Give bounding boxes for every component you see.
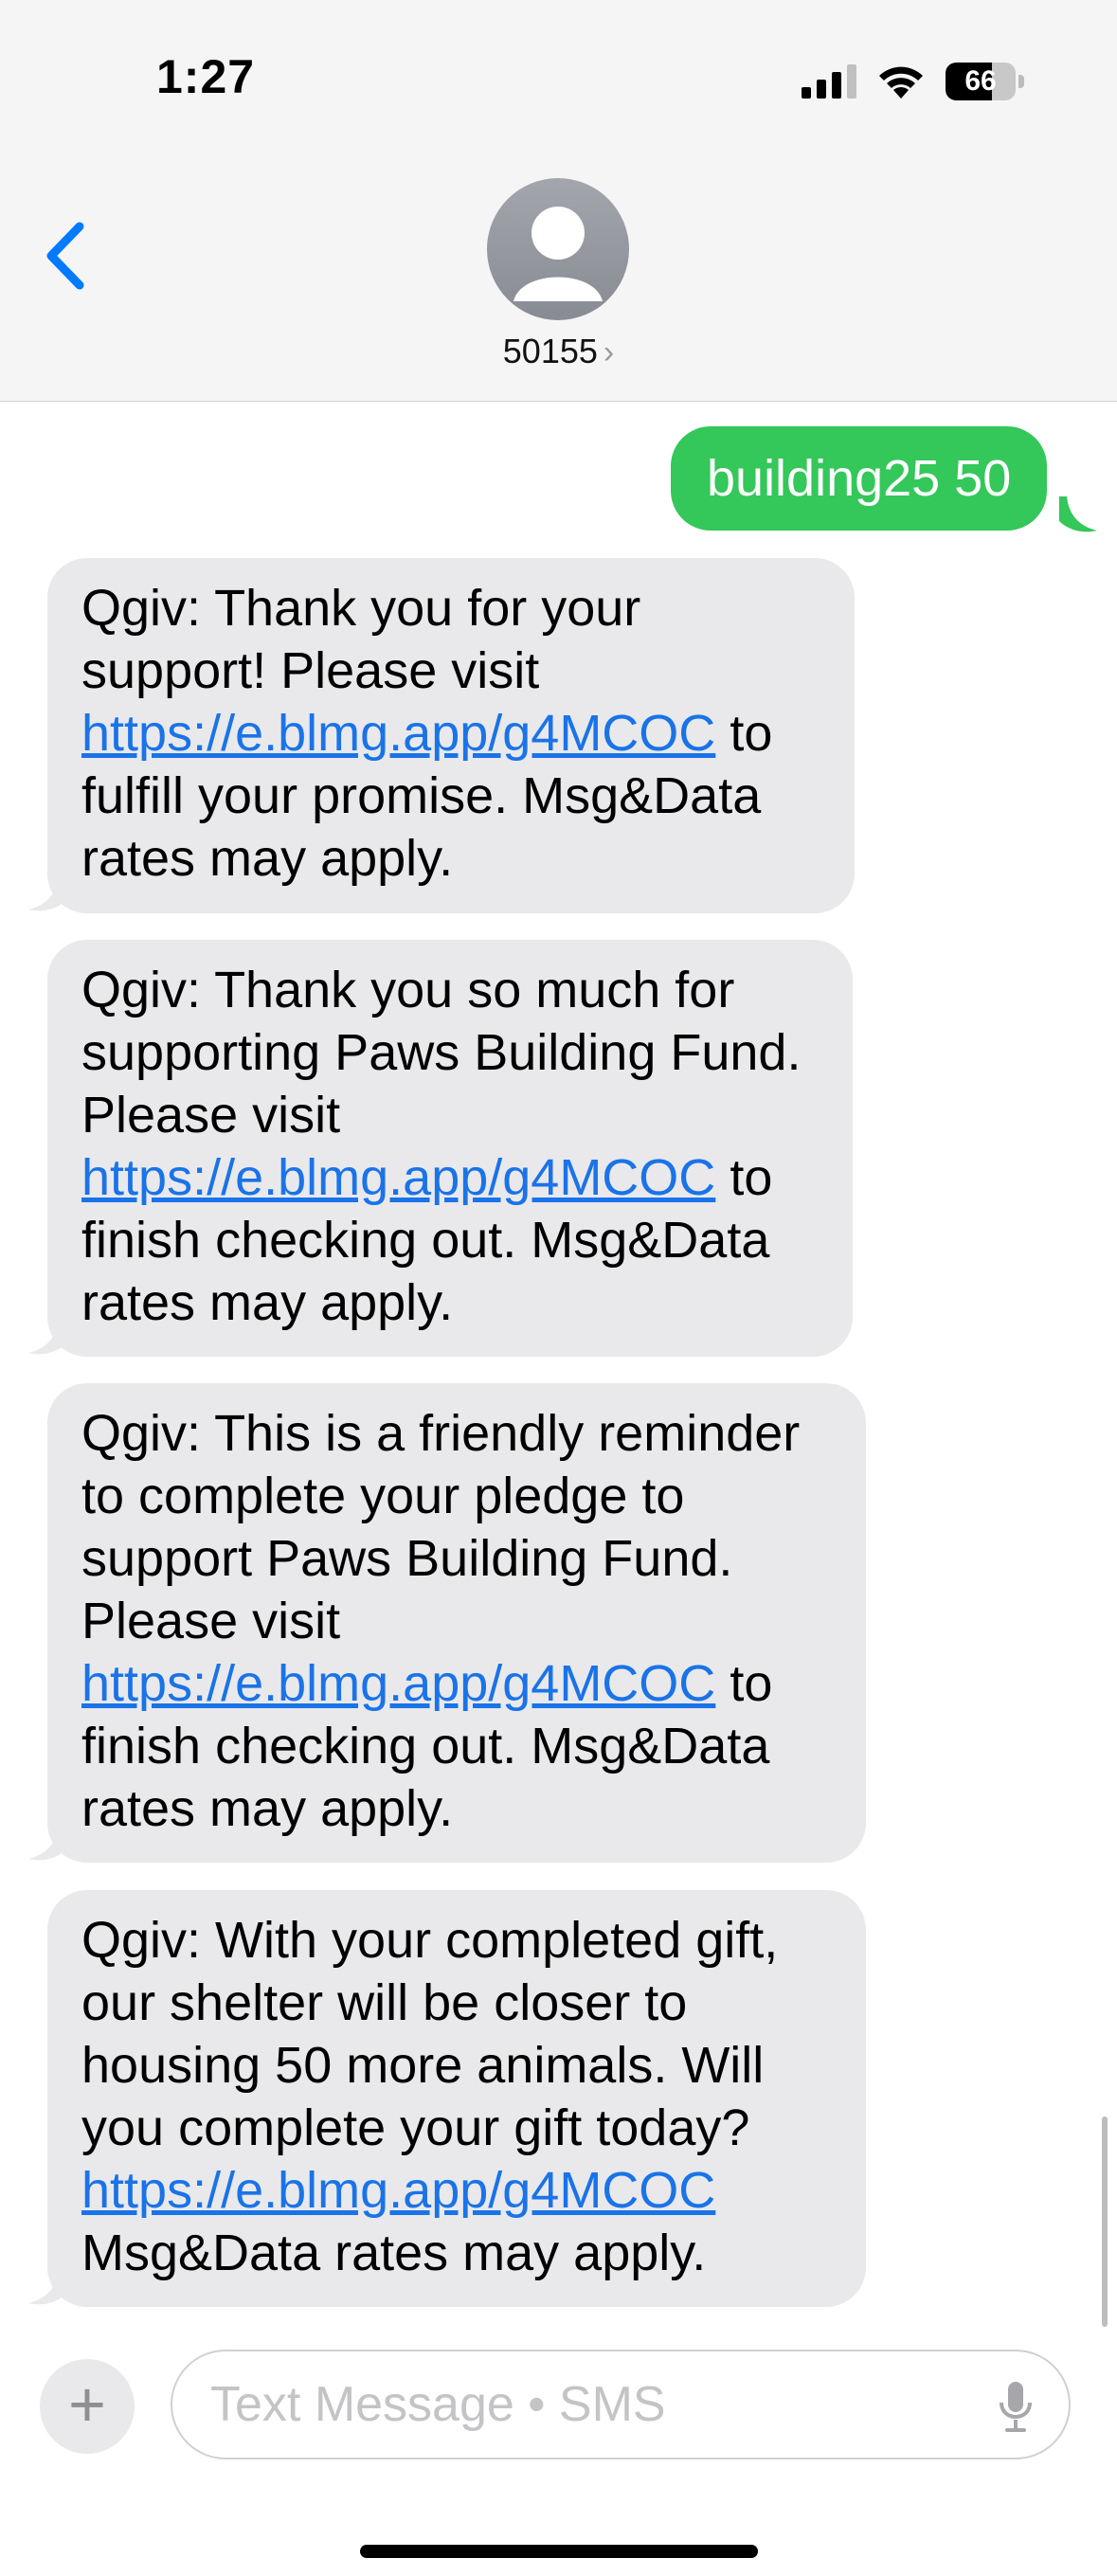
message-bubble-outgoing[interactable]: building25 50 bbox=[671, 426, 1048, 531]
status-time: 1:27 bbox=[156, 50, 256, 103]
bubble-tail bbox=[28, 1825, 66, 1861]
add-attachment-button[interactable]: + bbox=[40, 2359, 135, 2454]
battery-percent: 66 bbox=[964, 65, 997, 97]
message-input[interactable]: Text Message • SMS bbox=[171, 2350, 1071, 2459]
message-link[interactable]: https://e.blmg.app/g4MCOC bbox=[81, 1655, 715, 1712]
message-link[interactable]: https://e.blmg.app/g4MCOC bbox=[81, 1149, 715, 1206]
battery-tip bbox=[1018, 75, 1024, 88]
microphone-icon[interactable] bbox=[997, 2380, 1035, 2433]
message-text: Qgiv: With your completed gift, our shel… bbox=[81, 1912, 779, 2156]
message-bubble-incoming[interactable]: Qgiv: This is a friendly reminder to com… bbox=[47, 1383, 866, 1863]
bubble-tail bbox=[1059, 496, 1097, 532]
cellular-signal-icon bbox=[802, 64, 856, 99]
battery-icon: 66 bbox=[946, 63, 1025, 100]
message-text: Qgiv: Thank you for your support! Please… bbox=[81, 580, 641, 699]
conversation-header: 50155 › bbox=[0, 161, 1117, 402]
message-text: Qgiv: Thank you so much for supporting P… bbox=[81, 962, 802, 1144]
scrollbar[interactable] bbox=[1102, 2117, 1108, 2327]
home-indicator[interactable] bbox=[360, 2545, 758, 2558]
message-text: Msg&Data rates may apply. bbox=[81, 2225, 707, 2281]
message-bubble-incoming[interactable]: Qgiv: Thank you for your support! Please… bbox=[47, 558, 855, 913]
chevron-left-icon[interactable] bbox=[38, 213, 95, 298]
message-text: Qgiv: This is a friendly reminder to com… bbox=[81, 1405, 801, 1649]
bubble-tail bbox=[28, 1319, 66, 1355]
status-bar: 1:27 66 bbox=[0, 0, 1117, 161]
chevron-right-icon: › bbox=[603, 334, 615, 370]
message-link[interactable]: https://e.blmg.app/g4MCOC bbox=[81, 2162, 715, 2219]
message-bubble-incoming[interactable]: Qgiv: With your completed gift, our shel… bbox=[47, 1890, 866, 2307]
message-link[interactable]: https://e.blmg.app/g4MCOC bbox=[81, 705, 715, 762]
bubble-tail bbox=[28, 875, 66, 911]
message-bubble-incoming[interactable]: Qgiv: Thank you so much for supporting P… bbox=[47, 940, 853, 1357]
wifi-icon bbox=[879, 66, 923, 99]
message-text: building25 50 bbox=[707, 450, 1012, 507]
message-input-placeholder: Text Message • SMS bbox=[210, 2377, 666, 2432]
person-icon[interactable] bbox=[487, 178, 629, 320]
contact-name[interactable]: 50155 › bbox=[0, 332, 1117, 371]
contact-number: 50155 bbox=[502, 332, 598, 370]
bubble-tail bbox=[28, 2269, 66, 2305]
